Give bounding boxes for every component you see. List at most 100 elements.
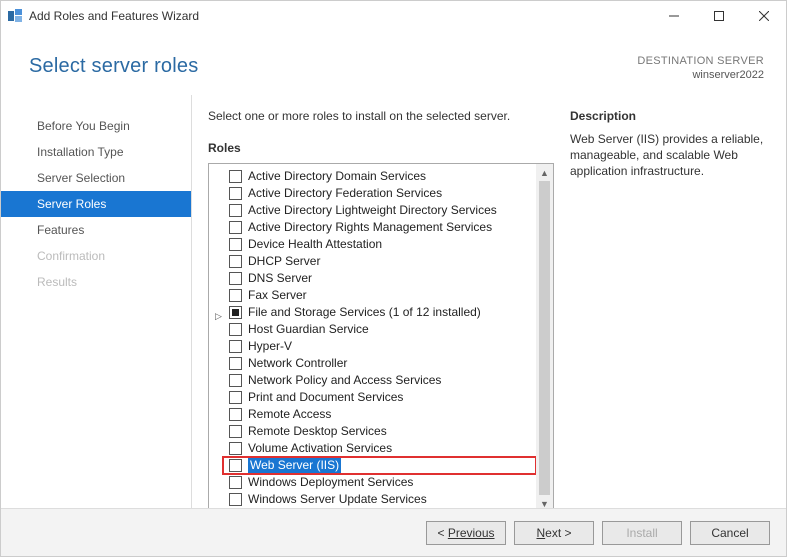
- role-label: File and Storage Services (1 of 12 insta…: [248, 304, 481, 321]
- role-row[interactable]: Hyper-V: [229, 338, 536, 355]
- role-row[interactable]: Network Controller: [229, 355, 536, 372]
- role-checkbox[interactable]: [229, 289, 242, 302]
- role-label: Print and Document Services: [248, 389, 403, 406]
- role-checkbox[interactable]: [229, 442, 242, 455]
- sidebar-item-before-you-begin[interactable]: Before You Begin: [1, 113, 191, 139]
- role-row[interactable]: Host Guardian Service: [229, 321, 536, 338]
- cancel-button[interactable]: Cancel: [690, 521, 770, 545]
- role-row[interactable]: Active Directory Rights Management Servi…: [229, 219, 536, 236]
- sidebar: Before You BeginInstallation TypeServer …: [1, 95, 191, 508]
- previous-button[interactable]: < Previous: [426, 521, 506, 545]
- role-label: Remote Desktop Services: [248, 423, 387, 440]
- role-row[interactable]: Fax Server: [229, 287, 536, 304]
- role-checkbox[interactable]: [229, 374, 242, 387]
- role-checkbox[interactable]: [229, 306, 242, 319]
- maximize-button[interactable]: [696, 1, 741, 31]
- role-checkbox[interactable]: [229, 221, 242, 234]
- description-column: Description Web Server (IIS) provides a …: [570, 109, 770, 500]
- roles-column: Select one or more roles to install on t…: [208, 109, 554, 500]
- role-row[interactable]: Network Policy and Access Services: [229, 372, 536, 389]
- role-label: DHCP Server: [248, 253, 320, 270]
- role-checkbox[interactable]: [229, 323, 242, 336]
- role-row[interactable]: Web Server (IIS): [223, 457, 536, 474]
- window-controls: [651, 1, 786, 31]
- roles-heading: Roles: [208, 141, 554, 155]
- role-checkbox[interactable]: [229, 408, 242, 421]
- sidebar-item-results: Results: [1, 269, 191, 295]
- role-row[interactable]: Device Health Attestation: [229, 236, 536, 253]
- role-label: Device Health Attestation: [248, 236, 382, 253]
- role-label: Network Policy and Access Services: [248, 372, 441, 389]
- role-row[interactable]: Remote Desktop Services: [229, 423, 536, 440]
- description-heading: Description: [570, 109, 770, 123]
- main-pane: Select one or more roles to install on t…: [200, 95, 786, 508]
- scroll-up-icon[interactable]: ▲: [536, 164, 553, 181]
- intro-text: Select one or more roles to install on t…: [208, 109, 554, 123]
- window-title: Add Roles and Features Wizard: [29, 9, 651, 23]
- destination-label: DESTINATION SERVER: [637, 55, 764, 67]
- role-label: Active Directory Domain Services: [248, 168, 426, 185]
- header: Select server roles DESTINATION SERVER w…: [1, 31, 786, 95]
- role-label: Host Guardian Service: [248, 321, 369, 338]
- install-button: Install: [602, 521, 682, 545]
- role-label: Active Directory Federation Services: [248, 185, 442, 202]
- sidebar-item-features[interactable]: Features: [1, 217, 191, 243]
- minimize-button[interactable]: [651, 1, 696, 31]
- role-checkbox[interactable]: [229, 238, 242, 251]
- role-label: Volume Activation Services: [248, 440, 392, 457]
- scrollbar[interactable]: ▲ ▼: [536, 164, 553, 508]
- role-checkbox[interactable]: [229, 204, 242, 217]
- role-label: Network Controller: [248, 355, 347, 372]
- role-checkbox[interactable]: [229, 476, 242, 489]
- roles-listbox: Active Directory Domain ServicesActive D…: [208, 163, 554, 508]
- role-checkbox[interactable]: [229, 357, 242, 370]
- role-checkbox[interactable]: [229, 255, 242, 268]
- destination-value: winserver2022: [637, 69, 764, 81]
- scroll-thumb[interactable]: [539, 181, 550, 495]
- role-row[interactable]: DHCP Server: [229, 253, 536, 270]
- role-label: Windows Deployment Services: [248, 474, 413, 491]
- sidebar-item-installation-type[interactable]: Installation Type: [1, 139, 191, 165]
- role-row[interactable]: Active Directory Federation Services: [229, 185, 536, 202]
- role-label: DNS Server: [248, 270, 312, 287]
- role-row[interactable]: Active Directory Domain Services: [229, 168, 536, 185]
- role-label: Fax Server: [248, 287, 307, 304]
- role-row[interactable]: Windows Server Update Services: [229, 491, 536, 508]
- role-checkbox[interactable]: [229, 187, 242, 200]
- role-row[interactable]: Print and Document Services: [229, 389, 536, 406]
- role-label: Active Directory Lightweight Directory S…: [248, 202, 497, 219]
- role-checkbox[interactable]: [229, 493, 242, 506]
- vertical-separator: [191, 95, 192, 508]
- button-bar: < Previous Next > Install Cancel: [1, 508, 786, 556]
- close-button[interactable]: [741, 1, 786, 31]
- role-label: Windows Server Update Services: [248, 491, 427, 508]
- app-icon: [7, 8, 23, 24]
- scroll-down-icon[interactable]: ▼: [536, 495, 553, 508]
- role-label: Remote Access: [248, 406, 331, 423]
- sidebar-item-server-selection[interactable]: Server Selection: [1, 165, 191, 191]
- body: Before You BeginInstallation TypeServer …: [1, 95, 786, 508]
- expand-icon[interactable]: ▷: [215, 308, 222, 325]
- role-row[interactable]: Windows Deployment Services: [229, 474, 536, 491]
- role-row[interactable]: DNS Server: [229, 270, 536, 287]
- role-label: Web Server (IIS): [248, 457, 341, 474]
- role-label: Hyper-V: [248, 338, 292, 355]
- role-checkbox[interactable]: [229, 340, 242, 353]
- titlebar: Add Roles and Features Wizard: [1, 1, 786, 31]
- roles-scroll-area[interactable]: Active Directory Domain ServicesActive D…: [209, 164, 536, 508]
- role-row[interactable]: Remote Access: [229, 406, 536, 423]
- role-row[interactable]: Active Directory Lightweight Directory S…: [229, 202, 536, 219]
- next-button[interactable]: Next >: [514, 521, 594, 545]
- role-checkbox[interactable]: [229, 425, 242, 438]
- sidebar-item-confirmation: Confirmation: [1, 243, 191, 269]
- description-text: Web Server (IIS) provides a reliable, ma…: [570, 131, 770, 179]
- role-checkbox[interactable]: [229, 459, 242, 472]
- role-label: Active Directory Rights Management Servi…: [248, 219, 492, 236]
- role-row[interactable]: ▷File and Storage Services (1 of 12 inst…: [229, 304, 536, 321]
- sidebar-item-server-roles[interactable]: Server Roles: [1, 191, 191, 217]
- role-checkbox[interactable]: [229, 272, 242, 285]
- role-checkbox[interactable]: [229, 170, 242, 183]
- page-title: Select server roles: [29, 55, 637, 78]
- role-row[interactable]: Volume Activation Services: [229, 440, 536, 457]
- role-checkbox[interactable]: [229, 391, 242, 404]
